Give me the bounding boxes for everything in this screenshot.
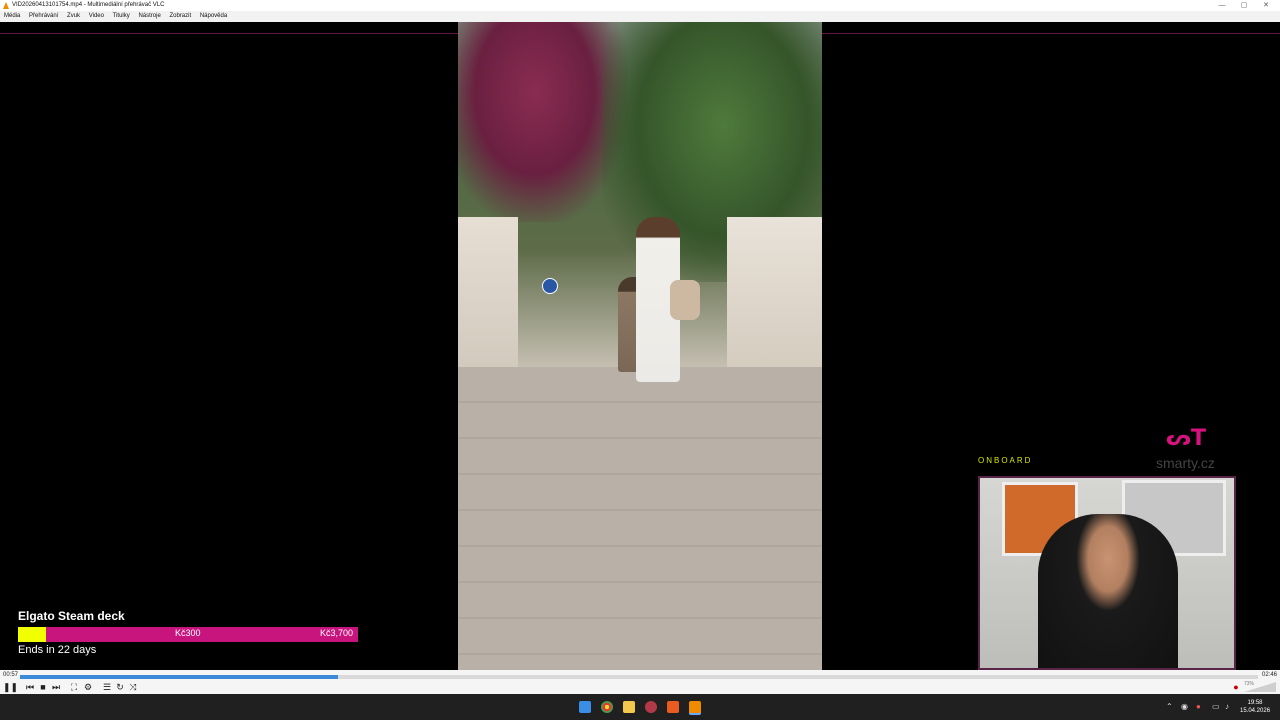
menu-media[interactable]: Média [4,11,20,22]
app-icon[interactable] [645,701,657,713]
clock-date: 15.04.2026 [1240,708,1271,714]
webcam-overlay [978,476,1236,670]
windows-start-icon[interactable] [579,701,591,713]
elapsed-time: 00:57 [3,672,19,678]
donation-ends: Ends in 22 days [18,644,97,656]
window-title: VID20260413101754.mp4 - Multimediální př… [12,2,165,8]
video-area[interactable]: ONBOARD ᔕT smarty.cz [0,22,1280,670]
seek-bar-played [20,675,339,679]
donation-item: Elgato Steam deck [18,609,125,623]
tray-chevron-icon[interactable]: ⌃ [1166,702,1173,711]
minimize-button[interactable]: — [1212,0,1232,11]
video-steps [458,367,822,670]
menu-audio[interactable]: Zvuk [67,11,80,22]
previous-icon[interactable]: ⏮ [24,682,36,692]
window-titlebar: VID20260413101754.mp4 - Multimediální př… [0,0,1280,11]
file-explorer-icon[interactable] [623,701,635,713]
donation-progress-bar: Kč300 Kč3,700 [18,627,358,642]
windows-taskbar: ⌃ ◉ ● ▭ ♪ 19:58 15.04.2026 [0,694,1280,720]
chrome-icon[interactable] [601,701,613,713]
display-tray-icon[interactable]: ▭ [1212,702,1220,711]
fullscreen-icon[interactable]: ⛶ [68,682,80,692]
network-tray-icon[interactable]: ◉ [1181,702,1188,711]
volume-level: 73% [1244,681,1255,687]
pause-icon[interactable]: ❚❚ [3,682,18,692]
brand-logo: ᔕT [1166,426,1206,451]
seek-bar[interactable] [20,675,1258,679]
menubar: Média Přehrávání Zvuk Video Titulky Nást… [0,11,1280,22]
brand-text: smarty.cz [1156,455,1215,471]
next-icon[interactable]: ⏭ [50,682,62,692]
vlc-active-icon[interactable] [689,701,701,715]
vlc-cone-icon [3,2,9,9]
cam-label: ONBOARD [978,456,1033,465]
playlist-icon[interactable]: ☰ [101,682,113,692]
speaker-tray-icon[interactable]: ♪ [1225,702,1229,711]
clock-time: 19:58 [1247,700,1263,706]
taskbar-clock[interactable]: 19:58 15.04.2026 [1240,699,1270,715]
video-bag [670,280,700,320]
menu-video[interactable]: Video [89,11,104,22]
player-controls: 00:57 02:46 ❚❚ ⏮ ■ ⏭ ⛶ ⚙ ☰ ↻ ⤨ ● 73% [0,670,1280,694]
menu-subtitles[interactable]: Titulky [113,11,130,22]
extended-settings-icon[interactable]: ⚙ [82,682,94,692]
donation-progress-fill [18,627,46,642]
microphone-tray-icon[interactable]: ● [1196,702,1201,711]
total-time: 02:46 [1261,672,1277,678]
mute-icon[interactable]: ● [1230,682,1242,692]
loop-icon[interactable]: ↻ [114,682,126,692]
traffic-sign-icon [542,278,558,294]
donation-goal: Kč3,700 [319,628,353,638]
donation-goal-widget: Elgato Steam deck Kč300 Kč3,700 Ends in … [18,609,358,656]
menu-view[interactable]: Zobrazit [169,11,191,22]
video-frame [458,22,822,670]
close-button[interactable]: ✕ [1256,0,1276,11]
donation-current: Kč300 [175,628,201,638]
vlc-app-icon[interactable] [667,701,679,713]
streamer [1038,514,1178,668]
stop-icon[interactable]: ■ [37,682,49,692]
menu-help[interactable]: Nápověda [200,11,227,22]
shuffle-icon[interactable]: ⤨ [127,682,139,692]
maximize-button[interactable]: ▢ [1234,0,1254,11]
menu-tools[interactable]: Nástroje [138,11,160,22]
menu-playback[interactable]: Přehrávání [29,11,58,22]
